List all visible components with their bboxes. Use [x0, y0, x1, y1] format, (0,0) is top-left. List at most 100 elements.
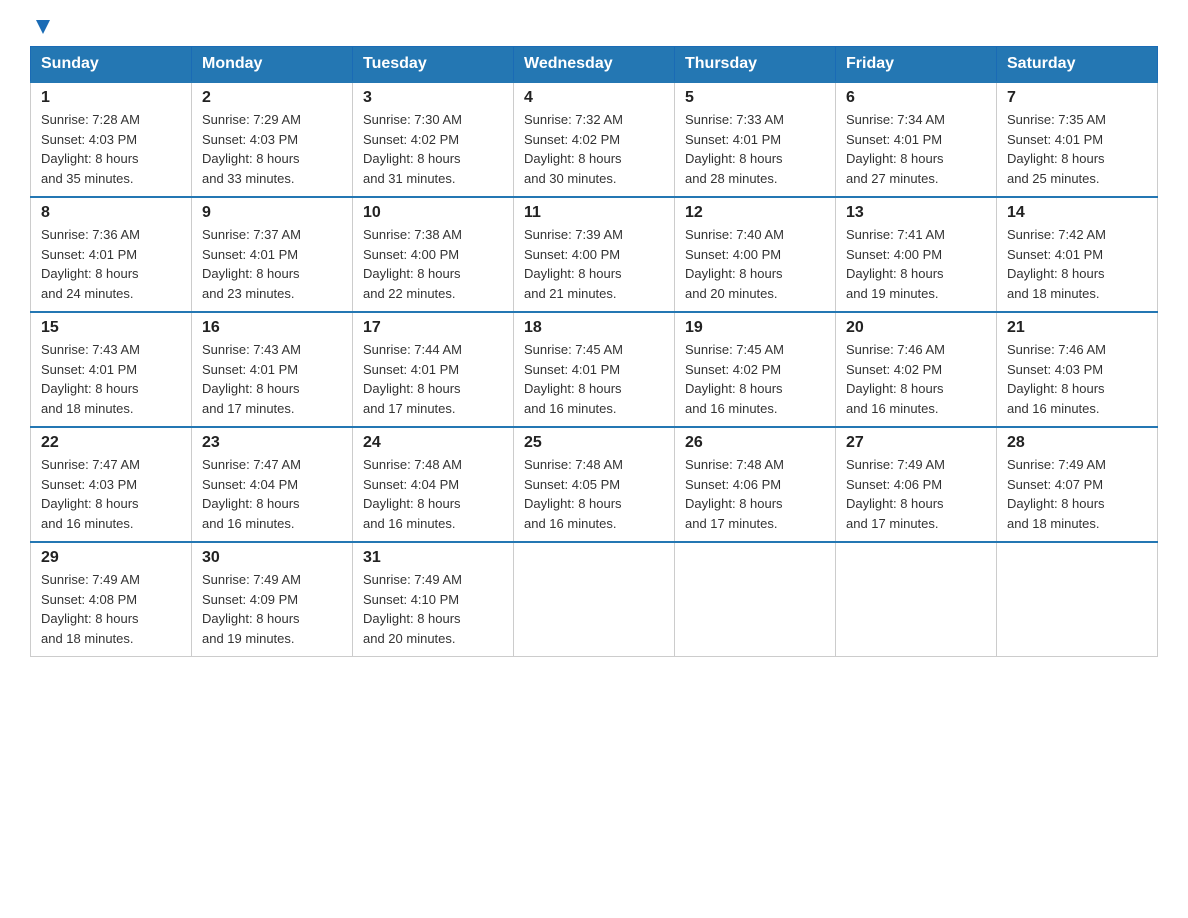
calendar-cell: 26 Sunrise: 7:48 AM Sunset: 4:06 PM Dayl… — [675, 427, 836, 542]
calendar-week-row: 8 Sunrise: 7:36 AM Sunset: 4:01 PM Dayli… — [31, 197, 1158, 312]
day-info: Sunrise: 7:28 AM Sunset: 4:03 PM Dayligh… — [41, 110, 181, 188]
calendar-cell — [997, 542, 1158, 657]
day-number: 12 — [685, 204, 825, 222]
day-info: Sunrise: 7:43 AM Sunset: 4:01 PM Dayligh… — [202, 340, 342, 418]
calendar-cell: 20 Sunrise: 7:46 AM Sunset: 4:02 PM Dayl… — [836, 312, 997, 427]
calendar-cell: 31 Sunrise: 7:49 AM Sunset: 4:10 PM Dayl… — [353, 542, 514, 657]
logo — [30, 20, 54, 36]
day-info: Sunrise: 7:41 AM Sunset: 4:00 PM Dayligh… — [846, 225, 986, 303]
day-number: 28 — [1007, 434, 1147, 452]
day-number: 27 — [846, 434, 986, 452]
day-info: Sunrise: 7:33 AM Sunset: 4:01 PM Dayligh… — [685, 110, 825, 188]
day-number: 19 — [685, 319, 825, 337]
calendar-cell: 30 Sunrise: 7:49 AM Sunset: 4:09 PM Dayl… — [192, 542, 353, 657]
day-info: Sunrise: 7:49 AM Sunset: 4:07 PM Dayligh… — [1007, 455, 1147, 533]
calendar-week-row: 1 Sunrise: 7:28 AM Sunset: 4:03 PM Dayli… — [31, 82, 1158, 197]
calendar-cell: 23 Sunrise: 7:47 AM Sunset: 4:04 PM Dayl… — [192, 427, 353, 542]
calendar-cell: 13 Sunrise: 7:41 AM Sunset: 4:00 PM Dayl… — [836, 197, 997, 312]
day-info: Sunrise: 7:49 AM Sunset: 4:09 PM Dayligh… — [202, 570, 342, 648]
calendar-week-row: 22 Sunrise: 7:47 AM Sunset: 4:03 PM Dayl… — [31, 427, 1158, 542]
calendar-cell: 19 Sunrise: 7:45 AM Sunset: 4:02 PM Dayl… — [675, 312, 836, 427]
day-number: 29 — [41, 549, 181, 567]
calendar-cell: 18 Sunrise: 7:45 AM Sunset: 4:01 PM Dayl… — [514, 312, 675, 427]
day-of-week-header: Thursday — [675, 47, 836, 83]
calendar-week-row: 15 Sunrise: 7:43 AM Sunset: 4:01 PM Dayl… — [31, 312, 1158, 427]
day-number: 3 — [363, 89, 503, 107]
calendar-header-row: SundayMondayTuesdayWednesdayThursdayFrid… — [31, 47, 1158, 83]
calendar-cell: 29 Sunrise: 7:49 AM Sunset: 4:08 PM Dayl… — [31, 542, 192, 657]
calendar-cell: 27 Sunrise: 7:49 AM Sunset: 4:06 PM Dayl… — [836, 427, 997, 542]
calendar-cell: 12 Sunrise: 7:40 AM Sunset: 4:00 PM Dayl… — [675, 197, 836, 312]
day-number: 2 — [202, 89, 342, 107]
day-info: Sunrise: 7:48 AM Sunset: 4:05 PM Dayligh… — [524, 455, 664, 533]
day-info: Sunrise: 7:44 AM Sunset: 4:01 PM Dayligh… — [363, 340, 503, 418]
day-of-week-header: Monday — [192, 47, 353, 83]
day-info: Sunrise: 7:48 AM Sunset: 4:04 PM Dayligh… — [363, 455, 503, 533]
day-info: Sunrise: 7:46 AM Sunset: 4:03 PM Dayligh… — [1007, 340, 1147, 418]
day-of-week-header: Sunday — [31, 47, 192, 83]
calendar-cell: 28 Sunrise: 7:49 AM Sunset: 4:07 PM Dayl… — [997, 427, 1158, 542]
day-info: Sunrise: 7:49 AM Sunset: 4:10 PM Dayligh… — [363, 570, 503, 648]
day-info: Sunrise: 7:30 AM Sunset: 4:02 PM Dayligh… — [363, 110, 503, 188]
day-info: Sunrise: 7:45 AM Sunset: 4:02 PM Dayligh… — [685, 340, 825, 418]
day-number: 15 — [41, 319, 181, 337]
calendar-cell: 14 Sunrise: 7:42 AM Sunset: 4:01 PM Dayl… — [997, 197, 1158, 312]
calendar-week-row: 29 Sunrise: 7:49 AM Sunset: 4:08 PM Dayl… — [31, 542, 1158, 657]
day-number: 22 — [41, 434, 181, 452]
day-number: 10 — [363, 204, 503, 222]
day-of-week-header: Tuesday — [353, 47, 514, 83]
day-info: Sunrise: 7:43 AM Sunset: 4:01 PM Dayligh… — [41, 340, 181, 418]
day-of-week-header: Friday — [836, 47, 997, 83]
day-info: Sunrise: 7:29 AM Sunset: 4:03 PM Dayligh… — [202, 110, 342, 188]
day-info: Sunrise: 7:34 AM Sunset: 4:01 PM Dayligh… — [846, 110, 986, 188]
day-number: 16 — [202, 319, 342, 337]
calendar-cell: 2 Sunrise: 7:29 AM Sunset: 4:03 PM Dayli… — [192, 82, 353, 197]
calendar-cell — [675, 542, 836, 657]
day-info: Sunrise: 7:36 AM Sunset: 4:01 PM Dayligh… — [41, 225, 181, 303]
calendar-cell: 6 Sunrise: 7:34 AM Sunset: 4:01 PM Dayli… — [836, 82, 997, 197]
day-info: Sunrise: 7:38 AM Sunset: 4:00 PM Dayligh… — [363, 225, 503, 303]
calendar-cell: 24 Sunrise: 7:48 AM Sunset: 4:04 PM Dayl… — [353, 427, 514, 542]
day-info: Sunrise: 7:49 AM Sunset: 4:08 PM Dayligh… — [41, 570, 181, 648]
calendar-cell: 4 Sunrise: 7:32 AM Sunset: 4:02 PM Dayli… — [514, 82, 675, 197]
calendar-table: SundayMondayTuesdayWednesdayThursdayFrid… — [30, 46, 1158, 657]
calendar-cell: 8 Sunrise: 7:36 AM Sunset: 4:01 PM Dayli… — [31, 197, 192, 312]
day-number: 17 — [363, 319, 503, 337]
day-info: Sunrise: 7:46 AM Sunset: 4:02 PM Dayligh… — [846, 340, 986, 418]
day-number: 13 — [846, 204, 986, 222]
day-number: 30 — [202, 549, 342, 567]
day-info: Sunrise: 7:40 AM Sunset: 4:00 PM Dayligh… — [685, 225, 825, 303]
day-number: 11 — [524, 204, 664, 222]
calendar-cell: 5 Sunrise: 7:33 AM Sunset: 4:01 PM Dayli… — [675, 82, 836, 197]
day-info: Sunrise: 7:48 AM Sunset: 4:06 PM Dayligh… — [685, 455, 825, 533]
day-number: 9 — [202, 204, 342, 222]
day-info: Sunrise: 7:49 AM Sunset: 4:06 PM Dayligh… — [846, 455, 986, 533]
day-of-week-header: Wednesday — [514, 47, 675, 83]
day-number: 7 — [1007, 89, 1147, 107]
calendar-cell — [836, 542, 997, 657]
calendar-cell: 16 Sunrise: 7:43 AM Sunset: 4:01 PM Dayl… — [192, 312, 353, 427]
day-info: Sunrise: 7:45 AM Sunset: 4:01 PM Dayligh… — [524, 340, 664, 418]
logo-triangle-icon — [32, 16, 54, 38]
day-info: Sunrise: 7:42 AM Sunset: 4:01 PM Dayligh… — [1007, 225, 1147, 303]
day-of-week-header: Saturday — [997, 47, 1158, 83]
day-number: 25 — [524, 434, 664, 452]
calendar-cell: 1 Sunrise: 7:28 AM Sunset: 4:03 PM Dayli… — [31, 82, 192, 197]
day-number: 5 — [685, 89, 825, 107]
day-number: 26 — [685, 434, 825, 452]
day-number: 8 — [41, 204, 181, 222]
day-number: 6 — [846, 89, 986, 107]
day-info: Sunrise: 7:47 AM Sunset: 4:04 PM Dayligh… — [202, 455, 342, 533]
calendar-cell: 17 Sunrise: 7:44 AM Sunset: 4:01 PM Dayl… — [353, 312, 514, 427]
calendar-cell — [514, 542, 675, 657]
day-number: 24 — [363, 434, 503, 452]
calendar-cell: 11 Sunrise: 7:39 AM Sunset: 4:00 PM Dayl… — [514, 197, 675, 312]
day-number: 18 — [524, 319, 664, 337]
day-number: 4 — [524, 89, 664, 107]
calendar-cell: 15 Sunrise: 7:43 AM Sunset: 4:01 PM Dayl… — [31, 312, 192, 427]
calendar-cell: 25 Sunrise: 7:48 AM Sunset: 4:05 PM Dayl… — [514, 427, 675, 542]
day-info: Sunrise: 7:35 AM Sunset: 4:01 PM Dayligh… — [1007, 110, 1147, 188]
day-info: Sunrise: 7:32 AM Sunset: 4:02 PM Dayligh… — [524, 110, 664, 188]
day-number: 20 — [846, 319, 986, 337]
calendar-cell: 7 Sunrise: 7:35 AM Sunset: 4:01 PM Dayli… — [997, 82, 1158, 197]
